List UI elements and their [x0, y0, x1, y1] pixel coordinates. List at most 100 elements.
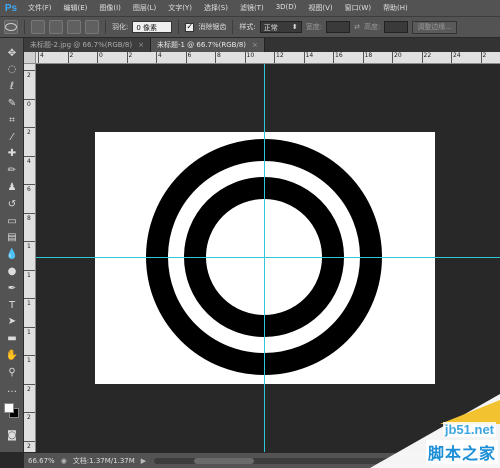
feather-input[interactable]: 0 像素 [132, 21, 173, 33]
style-select[interactable]: 正常 ⬍ [259, 21, 302, 33]
menu-item[interactable]: 3D(D) [270, 3, 303, 13]
tab-untitled-1[interactable]: 未标题-1 @ 66.7%(RGB/8) × [150, 38, 265, 52]
menu-item[interactable]: 滤镜(T) [234, 3, 270, 13]
marquee-preset-icon[interactable] [4, 20, 18, 34]
close-icon[interactable]: × [138, 41, 144, 49]
width-label: 宽度: [305, 23, 323, 31]
type-tool-icon[interactable]: T [4, 298, 20, 312]
intersect-selection-icon[interactable] [85, 20, 99, 34]
status-info-icon: ◉ [60, 456, 67, 465]
menu-item[interactable]: 图层(L) [127, 3, 162, 13]
ruler-label: 24 [453, 52, 461, 59]
ruler-origin[interactable] [24, 52, 36, 64]
zoom-tool-icon[interactable]: ⚲ [4, 365, 20, 379]
ruler-vertical[interactable]: 2 0 2 4 6 8 1 1 1 1 1 2 2 2 [24, 64, 36, 452]
ruler-tick [333, 52, 334, 63]
ruler-tick [421, 52, 423, 63]
swap-icon[interactable]: ⇄ [354, 23, 360, 31]
menu-item[interactable]: 图像(I) [93, 3, 127, 13]
quick-mask-icon[interactable]: ◙ [4, 428, 20, 442]
ruler-label: 8 [217, 52, 221, 59]
move-tool-icon[interactable]: ✥ [4, 46, 20, 60]
ruler-label: 14 [305, 52, 314, 59]
menu-item[interactable]: 窗口(W) [339, 3, 377, 13]
ruler-label: 22 [423, 52, 432, 59]
ruler-label: 1 [27, 300, 31, 307]
document-size: 文档:1.37M/1.37M [72, 456, 135, 465]
path-select-tool-icon[interactable]: ➤ [4, 315, 20, 329]
eraser-tool-icon[interactable]: ▭ [4, 214, 20, 228]
ruler-label: 1 [27, 357, 31, 364]
ruler-label: 1 [27, 271, 31, 279]
ruler-tick [126, 52, 128, 63]
add-selection-icon[interactable] [49, 20, 63, 34]
tab-untitled-2[interactable]: 未标题-2.jpg @ 66.7%(RGB/8) × [24, 38, 151, 52]
ruler-tick [24, 241, 35, 242]
menu-item[interactable]: 帮助(H) [377, 3, 414, 13]
extra-tool-icon[interactable]: … [4, 382, 20, 396]
antialias-checkbox[interactable] [185, 22, 195, 32]
concentric-rings-artwork [146, 139, 382, 375]
ruler-tick [24, 98, 35, 100]
ruler-label: 4 [158, 52, 162, 59]
ruler-label: 2 [482, 52, 487, 59]
history-brush-tool-icon[interactable]: ↺ [4, 197, 20, 211]
document-canvas[interactable] [95, 132, 435, 384]
quick-select-tool-icon[interactable]: ✎ [4, 96, 20, 110]
refine-edge-button[interactable]: 调整边缘... [412, 20, 457, 34]
zoom-level[interactable]: 66.67% [28, 457, 55, 465]
options-bar: 羽化: 0 像素 消除锯齿 样式: 正常 ⬍ 宽度: ⇄ 高度: 调整边缘... [0, 16, 500, 38]
vertical-guide[interactable] [264, 64, 265, 452]
shape-tool-icon[interactable]: ▬ [4, 332, 20, 346]
crop-tool-icon[interactable]: ⌗ [4, 113, 20, 127]
dodge-tool-icon[interactable]: ● [4, 264, 20, 278]
stamp-tool-icon[interactable]: ♟ [4, 180, 20, 194]
width-input[interactable] [326, 21, 351, 33]
menu-item[interactable]: 文字(Y) [162, 3, 198, 13]
ruler-tick [24, 212, 35, 214]
healing-tool-icon[interactable]: ✚ [4, 147, 20, 161]
marquee-tool-icon[interactable]: ◌ [4, 63, 20, 77]
scrollbar-thumb[interactable] [194, 458, 254, 464]
ruler-tick [156, 52, 157, 63]
ruler-tick [24, 298, 35, 299]
ruler-tick [185, 52, 187, 63]
height-label: 高度: [363, 23, 381, 31]
ruler-tick [24, 127, 35, 128]
ruler-horizontal[interactable]: 4 2 0 2 4 6 8 10 12 14 16 18 20 22 24 2 [36, 52, 500, 64]
new-selection-icon[interactable] [31, 20, 45, 34]
menu-item[interactable]: 选择(S) [198, 3, 234, 13]
menu-item[interactable]: 视图(V) [302, 3, 338, 13]
menu-item[interactable]: 编辑(E) [58, 3, 94, 13]
brush-tool-icon[interactable]: ✏ [4, 164, 20, 178]
menu-bar: Ps 文件(F) 编辑(E) 图像(I) 图层(L) 文字(Y) 选择(S) 滤镜(T) 3D… [0, 0, 500, 16]
ruler-tick [24, 70, 35, 71]
divider [178, 20, 180, 34]
ruler-tick [24, 440, 35, 442]
gradient-tool-icon[interactable]: ▤ [4, 231, 20, 245]
ruler-tick [451, 52, 452, 63]
height-input[interactable] [384, 21, 409, 33]
ruler-tick [480, 52, 482, 63]
menu-item[interactable]: 文件(F) [22, 3, 58, 13]
lasso-tool-icon[interactable]: ℓ [4, 80, 20, 94]
ruler-label: 16 [335, 52, 343, 59]
horizontal-guide[interactable] [36, 257, 500, 258]
status-menu-arrow-icon[interactable]: ▶ [141, 457, 146, 465]
ruler-label: 4 [27, 157, 31, 165]
photoshop-logo: Ps [4, 2, 18, 14]
ruler-tick [303, 52, 305, 63]
close-icon[interactable]: × [252, 41, 258, 49]
ruler-tick [38, 52, 39, 63]
subtract-selection-icon[interactable] [67, 20, 81, 34]
hand-tool-icon[interactable]: ✋ [4, 348, 20, 362]
eyedropper-tool-icon[interactable]: ⁄ [4, 130, 20, 144]
ruler-tick [24, 383, 35, 385]
pen-tool-icon[interactable]: ✒ [4, 281, 20, 295]
blur-tool-icon[interactable]: 💧 [4, 248, 20, 262]
ruler-tick [67, 52, 69, 63]
tools-panel: ✥ ◌ ℓ ✎ ⌗ ⁄ ✚ ✏ ♟ ↺ ▭ ▤ 💧 ● ✒ T ➤ ▬ ✋ ⚲ … ◙ [0, 38, 24, 452]
ruler-label: 2 [27, 442, 31, 450]
foreground-color-swatch[interactable] [4, 403, 14, 413]
divider [24, 20, 25, 34]
